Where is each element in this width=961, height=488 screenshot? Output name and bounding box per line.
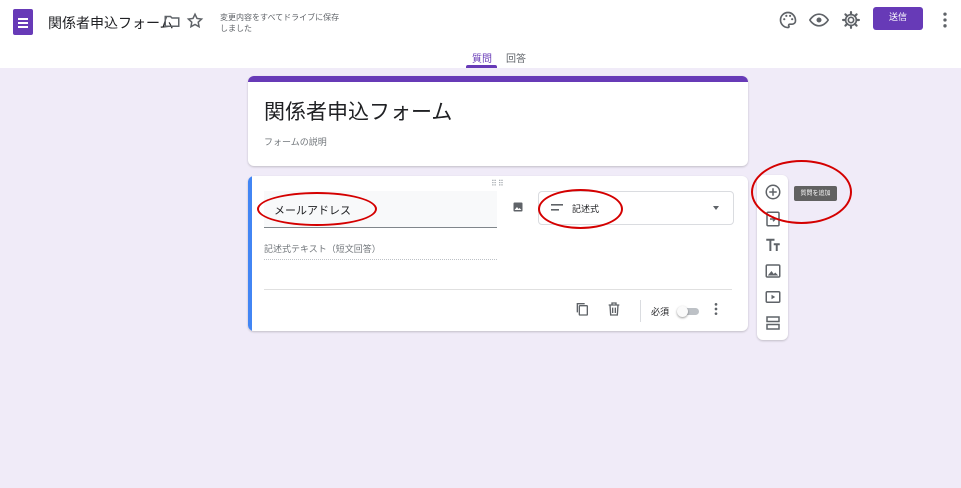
add-video-icon[interactable] bbox=[764, 288, 782, 306]
form-title-field[interactable]: 関係者申込フォーム bbox=[264, 96, 452, 126]
settings-gear-icon[interactable] bbox=[841, 10, 861, 30]
floating-toolbar bbox=[757, 175, 788, 340]
delete-trash-icon[interactable] bbox=[606, 301, 622, 317]
send-button[interactable]: 送信 bbox=[873, 7, 923, 30]
question-type-label: 記述式 bbox=[572, 205, 600, 215]
dropdown-caret-icon bbox=[713, 206, 719, 210]
form-title-card[interactable]: 関係者申込フォーム フォームの説明 bbox=[248, 76, 748, 166]
add-title-icon[interactable] bbox=[764, 236, 782, 254]
question-more-icon[interactable] bbox=[708, 301, 724, 317]
question-type-dropdown[interactable]: 記述式 bbox=[538, 191, 734, 225]
add-question-icon[interactable] bbox=[764, 183, 782, 201]
question-title-input[interactable]: メールアドレス bbox=[264, 191, 497, 228]
footer-separator bbox=[640, 300, 641, 322]
question-card[interactable]: ⠿⠿ メールアドレス 記述式 記述式テキスト（短文回答） 必須 bbox=[248, 176, 748, 331]
active-tab-indicator bbox=[466, 65, 497, 68]
folder-icon[interactable] bbox=[163, 12, 181, 30]
required-label: 必須 bbox=[651, 308, 670, 318]
answer-placeholder: 記述式テキスト（短文回答） bbox=[264, 242, 497, 260]
card-divider bbox=[264, 289, 732, 290]
forms-logo-icon[interactable] bbox=[13, 9, 33, 35]
add-section-icon[interactable] bbox=[764, 314, 782, 332]
star-icon[interactable] bbox=[186, 12, 204, 30]
document-title[interactable]: 関係者申込フォーム bbox=[48, 13, 174, 33]
active-question-indicator bbox=[248, 176, 252, 331]
tab-questions[interactable]: 質問 bbox=[472, 50, 492, 65]
add-question-tooltip: 質問を追加 bbox=[794, 186, 837, 201]
tab-responses[interactable]: 回答 bbox=[506, 50, 526, 65]
add-image-to-question-icon[interactable] bbox=[512, 201, 524, 213]
preview-eye-icon[interactable] bbox=[809, 10, 829, 30]
import-questions-icon[interactable] bbox=[764, 210, 782, 228]
form-description-field[interactable]: フォームの説明 bbox=[264, 135, 327, 148]
required-toggle[interactable] bbox=[677, 306, 699, 317]
more-vert-icon[interactable] bbox=[935, 10, 955, 30]
palette-icon[interactable] bbox=[778, 10, 798, 30]
duplicate-icon[interactable] bbox=[574, 301, 590, 317]
top-bar: 関係者申込フォーム 変更内容をすべてドライブに保存しました 送信 質問 回答 bbox=[0, 0, 961, 68]
drag-handle-icon[interactable]: ⠿⠿ bbox=[491, 179, 505, 188]
short-answer-icon bbox=[551, 204, 563, 211]
save-status: 変更内容をすべてドライブに保存しました bbox=[220, 13, 340, 33]
title-card-accent bbox=[248, 76, 748, 82]
question-title-text: メールアドレス bbox=[274, 204, 351, 217]
add-image-icon[interactable] bbox=[764, 262, 782, 280]
